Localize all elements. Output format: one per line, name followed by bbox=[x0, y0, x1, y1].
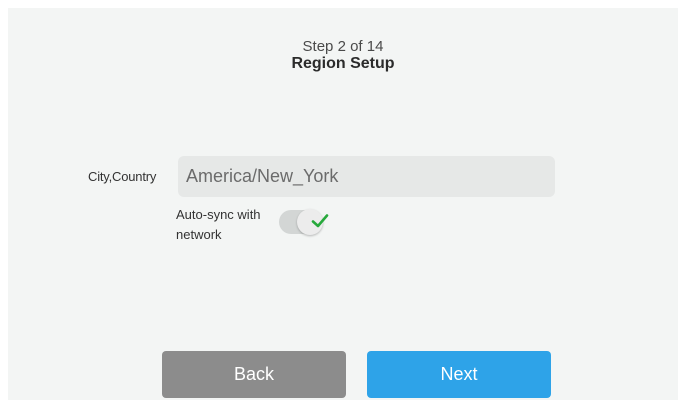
autosync-toggle[interactable] bbox=[279, 209, 329, 235]
setup-screen: Step 2 of 14 Region Setup City,Country A… bbox=[8, 8, 678, 400]
city-country-input[interactable] bbox=[178, 156, 555, 197]
city-country-label: City,Country bbox=[88, 169, 157, 184]
next-button[interactable]: Next bbox=[367, 351, 551, 398]
check-icon bbox=[311, 214, 329, 228]
autosync-label: Auto-sync with network bbox=[176, 207, 261, 242]
step-indicator: Step 2 of 14 bbox=[302, 38, 384, 55]
back-button[interactable]: Back bbox=[162, 351, 346, 398]
page-title: Region Setup bbox=[291, 55, 395, 72]
